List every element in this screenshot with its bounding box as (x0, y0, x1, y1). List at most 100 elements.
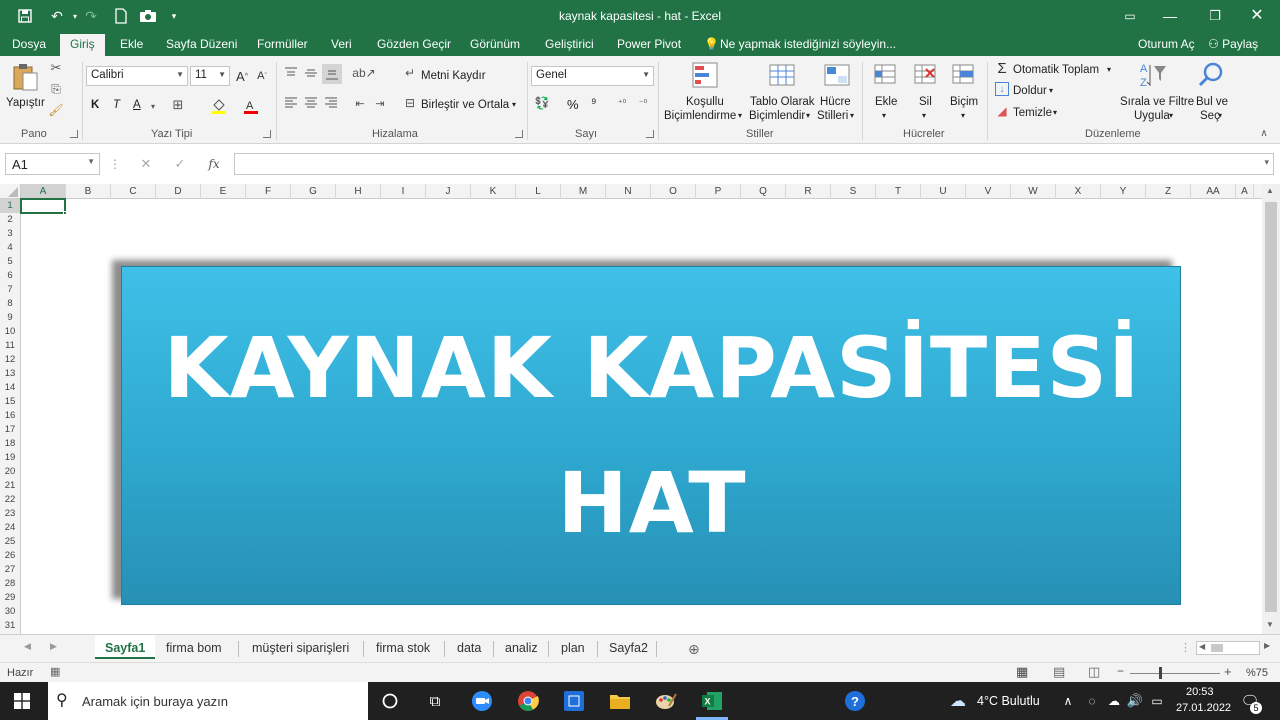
orientation-icon[interactable]: ab↗ (352, 66, 376, 80)
column-header[interactable]: A (1236, 184, 1254, 199)
conditional-formatting-icon[interactable] (690, 60, 720, 90)
row-header[interactable]: 5 (0, 255, 20, 269)
clear-button[interactable]: Temizle (1013, 106, 1052, 120)
column-header[interactable]: X (1056, 184, 1101, 199)
scroll-down-icon[interactable]: ▼ (1266, 620, 1274, 629)
align-top-icon[interactable] (283, 66, 299, 80)
column-header[interactable]: Q (741, 184, 786, 199)
align-left-icon[interactable] (283, 96, 299, 110)
font-size-select[interactable]: 11 ▼ (190, 66, 230, 86)
merge-center-button[interactable]: Birleştir ve Ortala (421, 98, 509, 112)
chrome-icon[interactable] (514, 689, 542, 713)
row-header[interactable]: 1 (0, 199, 20, 213)
row-header[interactable]: 8 (0, 297, 20, 311)
scroll-up-icon[interactable]: ▲ (1266, 186, 1274, 195)
clipboard-launcher-icon[interactable] (70, 130, 78, 138)
row-header[interactable]: 7 (0, 283, 20, 297)
row-header[interactable]: 20 (0, 465, 20, 479)
sheet-tab-data[interactable]: data (457, 641, 481, 655)
column-header[interactable]: K (471, 184, 516, 199)
row-header[interactable]: 15 (0, 395, 20, 409)
row-header[interactable]: 2 (0, 213, 20, 227)
zoom-app-icon[interactable] (468, 689, 496, 713)
row-header[interactable]: 10 (0, 325, 20, 339)
column-header[interactable]: V (966, 184, 1011, 199)
row-header[interactable]: 11 (0, 339, 20, 353)
column-header[interactable]: S (831, 184, 876, 199)
add-sheet-icon[interactable]: ⊕ (688, 641, 700, 658)
font-color-icon[interactable]: A (242, 98, 260, 114)
row-header[interactable]: 9 (0, 311, 20, 325)
row-header[interactable]: 16 (0, 409, 20, 423)
paste-icon[interactable] (10, 62, 40, 92)
font-name-select[interactable]: Calibri ▼ (86, 66, 188, 86)
wrap-text-icon[interactable]: ↵ (402, 66, 418, 80)
zoom-in-icon[interactable]: + (1224, 664, 1232, 679)
sheet-tab-sayfa1[interactable]: Sayfa1 (95, 635, 156, 659)
format-cells-icon[interactable] (950, 60, 976, 88)
copy-icon[interactable]: ⎘ (48, 81, 64, 97)
cancel-icon[interactable]: ✕ (138, 156, 154, 172)
page-break-icon[interactable]: ◫ (1088, 664, 1100, 680)
decrease-font-icon[interactable]: Aˇ (255, 68, 269, 84)
row-header[interactable]: 25 (0, 535, 20, 549)
column-header[interactable]: E (201, 184, 246, 199)
column-header[interactable]: P (696, 184, 741, 199)
autosum-button[interactable]: Otomatik Toplam (1013, 63, 1099, 77)
active-cell-a1[interactable] (20, 198, 66, 214)
number-format-select[interactable]: Genel ▼ (531, 66, 654, 86)
tab-gozden-gecir[interactable]: Gözden Geçir (377, 37, 451, 51)
column-header[interactable]: U (921, 184, 966, 199)
file-explorer-icon[interactable] (606, 689, 634, 713)
column-header[interactable]: R (786, 184, 831, 199)
row-header[interactable]: 27 (0, 563, 20, 577)
column-header[interactable]: O (651, 184, 696, 199)
column-header[interactable]: W (1011, 184, 1056, 199)
row-header[interactable]: 18 (0, 437, 20, 451)
find-select-label1[interactable]: Bul ve (1196, 95, 1228, 109)
row-header[interactable]: 26 (0, 549, 20, 563)
normal-view-icon[interactable]: ▦ (1016, 664, 1028, 680)
merge-center-icon[interactable]: ⊟ (402, 96, 418, 110)
clock-date[interactable]: 27.01.2022 (1176, 702, 1231, 714)
task-view-icon[interactable]: ⧉ (421, 689, 449, 713)
conditional-formatting-label2[interactable]: Biçimlendirme (664, 109, 736, 123)
increase-indent-icon[interactable]: ⇥ (372, 96, 388, 110)
column-header[interactable]: G (291, 184, 336, 199)
scroll-left-icon[interactable]: ◀ (1199, 642, 1205, 651)
tab-giris[interactable]: Giriş (60, 34, 105, 56)
column-header[interactable]: C (111, 184, 156, 199)
comma-button[interactable]: ⁹ (591, 96, 597, 110)
zoom-out-icon[interactable]: − (1117, 664, 1124, 678)
row-header[interactable]: 28 (0, 577, 20, 591)
sheet-tab-firma-stok[interactable]: firma stok (376, 641, 430, 655)
sheet-tab-plan[interactable]: plan (561, 641, 585, 655)
minimize-button[interactable]: — (1158, 6, 1182, 26)
row-header[interactable]: 12 (0, 353, 20, 367)
row-header[interactable]: 23 (0, 507, 20, 521)
insert-cells-button[interactable]: Ekle (875, 95, 897, 109)
sort-filter-label2[interactable]: Uygula (1134, 109, 1170, 123)
tab-power-pivot[interactable]: Power Pivot (617, 37, 681, 51)
format-cells-button[interactable]: Biçim (950, 95, 978, 109)
paint-icon[interactable] (652, 689, 680, 713)
bold-button[interactable]: K (91, 98, 99, 112)
scroll-thumb[interactable] (1265, 202, 1277, 612)
insert-function-button[interactable]: fx (204, 156, 224, 172)
borders-icon[interactable]: ⊞ (170, 97, 186, 112)
row-header[interactable]: 30 (0, 605, 20, 619)
decrease-indent-icon[interactable]: ⇤ (352, 96, 368, 110)
chevron-down-icon[interactable]: ▾ (512, 98, 516, 112)
format-as-table-icon[interactable] (767, 60, 797, 90)
paste-button[interactable]: Yapıştır (6, 96, 45, 110)
row-header[interactable]: 4 (0, 241, 20, 255)
macro-record-icon[interactable]: ▦ (50, 665, 60, 678)
find-select-icon[interactable] (1196, 60, 1226, 90)
cell-styles-label1[interactable]: Hücre (820, 95, 851, 109)
horizontal-scrollbar[interactable]: ◀ (1196, 641, 1260, 655)
row-header[interactable]: 17 (0, 423, 20, 437)
delete-cells-icon[interactable] (912, 60, 938, 88)
row-header[interactable]: 19 (0, 451, 20, 465)
tab-dosya[interactable]: Dosya (12, 37, 46, 51)
column-header[interactable]: M (561, 184, 606, 199)
